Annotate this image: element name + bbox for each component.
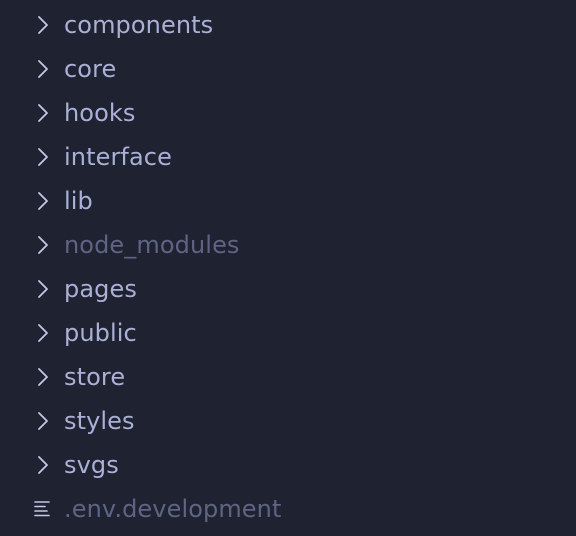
folder-store[interactable]: store [0,355,576,399]
folder-core[interactable]: core [0,47,576,91]
chevron-right-icon[interactable] [33,103,53,123]
folder-svgs[interactable]: svgs [0,443,576,487]
folder-label: hooks [64,99,136,127]
text-file-icon [33,499,53,519]
folder-label: components [64,11,214,39]
folder-label: svgs [64,451,119,479]
folder-label: node_modules [64,231,240,259]
folder-label: public [64,319,137,347]
chevron-right-icon[interactable] [33,59,53,79]
folder-hooks[interactable]: hooks [0,91,576,135]
folder-styles[interactable]: styles [0,399,576,443]
chevron-right-icon[interactable] [33,235,53,255]
folder-components[interactable]: components [0,3,576,47]
chevron-right-icon[interactable] [33,279,53,299]
chevron-right-icon[interactable] [33,191,53,211]
chevron-right-icon[interactable] [33,411,53,431]
folder-label: lib [64,187,93,215]
file-label: .env.development [64,495,282,523]
folder-node-modules[interactable]: node_modules [0,223,576,267]
chevron-right-icon[interactable] [33,147,53,167]
file-env-development[interactable]: .env.development [0,487,576,531]
chevron-right-icon[interactable] [33,367,53,387]
folder-label: store [64,363,126,391]
chevron-right-icon[interactable] [33,455,53,475]
file-explorer: components core hooks interface lib node… [0,0,576,536]
folder-lib[interactable]: lib [0,179,576,223]
folder-label: styles [64,407,135,435]
folder-label: interface [64,143,172,171]
folder-pages[interactable]: pages [0,267,576,311]
chevron-right-icon[interactable] [33,323,53,343]
chevron-right-icon[interactable] [33,15,53,35]
folder-public[interactable]: public [0,311,576,355]
folder-label: pages [64,275,137,303]
folder-interface[interactable]: interface [0,135,576,179]
folder-label: core [64,55,117,83]
